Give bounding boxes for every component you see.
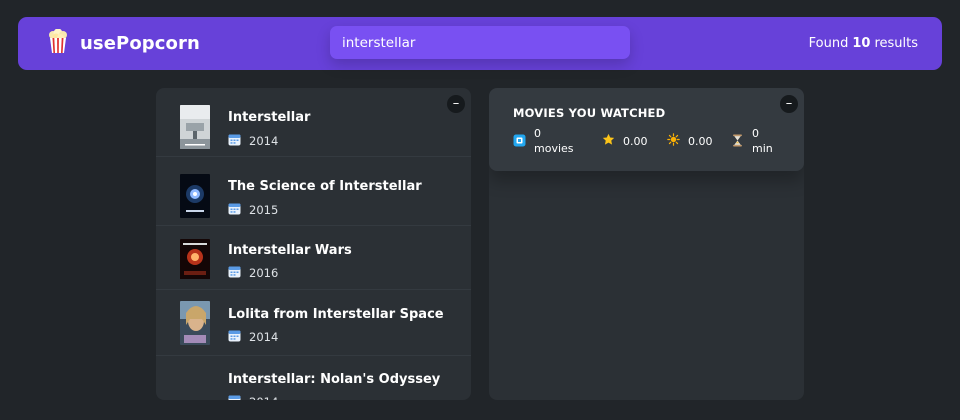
calendar-icon (228, 265, 241, 281)
collapse-list-button[interactable]: – (447, 95, 465, 113)
app-title: usePopcorn (80, 33, 200, 54)
hashtag-icon (513, 134, 526, 151)
star-icon (602, 133, 615, 150)
movies-label: movies (534, 142, 574, 155)
movie-title: Lolita from Interstellar Space (228, 307, 444, 322)
stat-runtime: 0 min (731, 126, 773, 156)
logo: usePopcorn (48, 17, 200, 70)
movie-title: Interstellar (228, 110, 311, 125)
watched-summary: MOVIES YOU WATCHED 0 movies 0.00 0.00 0 … (489, 88, 804, 171)
calendar-icon (228, 329, 241, 345)
results-prefix: Found (808, 36, 849, 51)
calendar-icon (228, 133, 241, 149)
calendar-icon (228, 202, 241, 218)
movie-year: 2014 (228, 329, 278, 345)
movie-year-text: 2016 (249, 266, 279, 280)
movie-year-text: 2014 (249, 134, 279, 148)
runtime-value: 0 (752, 127, 759, 140)
stat-user-rating: 0.00 (667, 126, 713, 156)
movie-year-text: 2014 (249, 395, 278, 400)
movie-item[interactable]: Interstellar 2014 (156, 88, 471, 157)
movie-title: Interstellar Wars (228, 243, 352, 258)
movie-title: The Science of Interstellar (228, 179, 422, 194)
movie-poster (180, 105, 210, 149)
sparkle-icon (667, 132, 680, 150)
movie-list-box: – Interstellar 2014 The Science of Inter… (156, 88, 471, 400)
user-rating-value: 0.00 (688, 134, 713, 148)
movie-year: 2016 (228, 265, 278, 281)
calendar-icon (228, 394, 241, 400)
summary-stats: 0 movies 0.00 0.00 0 min (513, 126, 780, 166)
movie-item[interactable]: Interstellar: Nolan's Odyssey 2014 (156, 356, 471, 400)
movie-poster (180, 239, 210, 283)
stat-movies: 0 movies (513, 126, 574, 156)
hourglass-icon (731, 134, 744, 151)
search-input[interactable] (330, 26, 630, 59)
movie-title: Interstellar: Nolan's Odyssey (228, 372, 441, 387)
navbar: usePopcorn Found 10 results (18, 17, 942, 70)
runtime-unit: min (752, 142, 773, 155)
movie-year-text: 2014 (249, 330, 279, 344)
movie-poster (180, 174, 210, 218)
movie-item[interactable]: Interstellar Wars 2016 (156, 226, 471, 290)
results-number: 10 (852, 36, 871, 51)
watched-box: – MOVIES YOU WATCHED 0 movies 0.00 0.00 … (489, 88, 804, 400)
movie-year-text: 2015 (249, 203, 279, 217)
movie-year: 2015 (228, 202, 278, 218)
movies-count: 0 (534, 127, 541, 140)
movie-list: Interstellar 2014 The Science of Interst… (156, 88, 471, 400)
imdb-rating-value: 0.00 (623, 134, 648, 148)
movie-poster (180, 301, 210, 345)
collapse-watched-button[interactable]: – (780, 95, 798, 113)
movie-item[interactable]: The Science of Interstellar 2015 (156, 157, 471, 226)
popcorn-icon (48, 28, 68, 58)
results-count: Found 10 results (809, 17, 918, 70)
results-suffix: results (874, 36, 918, 51)
movie-item[interactable]: Lolita from Interstellar Space 2014 (156, 290, 471, 356)
movie-year: 2014 (228, 133, 278, 149)
stat-imdb-rating: 0.00 (602, 126, 648, 156)
watched-summary-title: MOVIES YOU WATCHED (513, 106, 666, 120)
movie-year: 2014 (228, 394, 278, 400)
